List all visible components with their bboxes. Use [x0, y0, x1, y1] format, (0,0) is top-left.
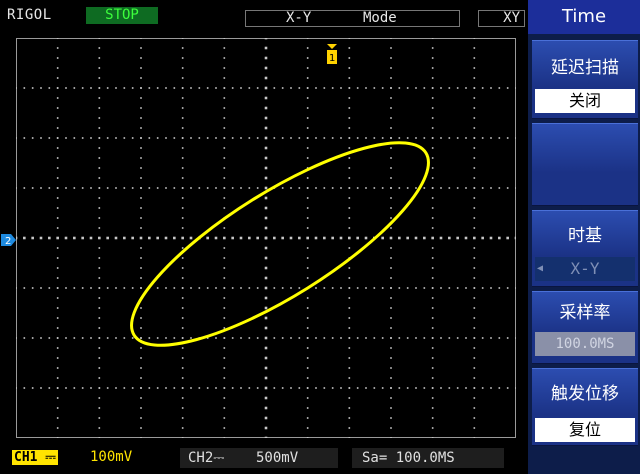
- softkey-empty[interactable]: [532, 123, 638, 206]
- waveform-display: [16, 38, 516, 438]
- sample-rate-readout: Sa= 100.0MS: [352, 448, 504, 468]
- brand-label: RIGOL: [7, 7, 52, 23]
- mode-indicator: X-Y Mode: [245, 10, 460, 27]
- ch1-scale: 100mV: [90, 449, 133, 465]
- ch2-label: CH2: [188, 450, 214, 466]
- ch2-status: CH2⎓ 500mV: [180, 448, 338, 468]
- mode-left-label: X-Y: [286, 10, 312, 26]
- mode-right-label: Mode: [363, 10, 397, 26]
- menu-title: Time: [528, 0, 640, 34]
- trigger-marker-label: 1: [329, 53, 335, 64]
- trigger-position-marker: 1: [327, 44, 337, 64]
- softkey-trigger-offset[interactable]: 触发位移 复位: [532, 368, 638, 446]
- chevron-left-icon: ◀: [537, 263, 544, 274]
- ch2-marker-label: 2: [5, 236, 11, 246]
- softkey-timebase[interactable]: 时基 ◀ X-Y: [532, 210, 638, 287]
- softkey-value: 100.0MS: [535, 332, 635, 356]
- timebase-value-label: X-Y: [570, 259, 600, 278]
- ch2-level-marker: 2: [1, 234, 16, 246]
- softkey-delayed-sweep[interactable]: 延迟扫描 关闭: [532, 40, 638, 119]
- softkey-label: 延迟扫描: [551, 58, 619, 78]
- softkey-label: 采样率: [559, 303, 611, 323]
- mode-tag: XY: [478, 10, 525, 27]
- run-state-badge: STOP: [86, 7, 158, 24]
- softkey-label: 触发位移: [551, 384, 619, 404]
- softkey-value: ◀ X-Y: [535, 257, 635, 281]
- ch2-scale: 500mV: [256, 450, 299, 466]
- ch1-label: CH1: [14, 450, 38, 465]
- status-bar: RIGOL STOP X-Y Mode XY: [0, 0, 528, 29]
- softkey-menu: Time 延迟扫描 关闭 时基 ◀ X-Y 采样率 100.0MS 触发位移 复…: [528, 0, 640, 474]
- ch1-tag: CH1 ⎓: [12, 450, 58, 465]
- softkey-label: 时基: [568, 226, 602, 246]
- softkey-value: 复位: [535, 418, 635, 442]
- ch2-label-group: CH2⎓: [188, 448, 224, 468]
- dc-coupling-icon: ⎓: [45, 450, 56, 465]
- softkey-value: 关闭: [535, 89, 635, 113]
- ch2-dc-coupling-icon: ⎓: [213, 450, 225, 466]
- softkey-sample-rate[interactable]: 采样率 100.0MS: [532, 291, 638, 364]
